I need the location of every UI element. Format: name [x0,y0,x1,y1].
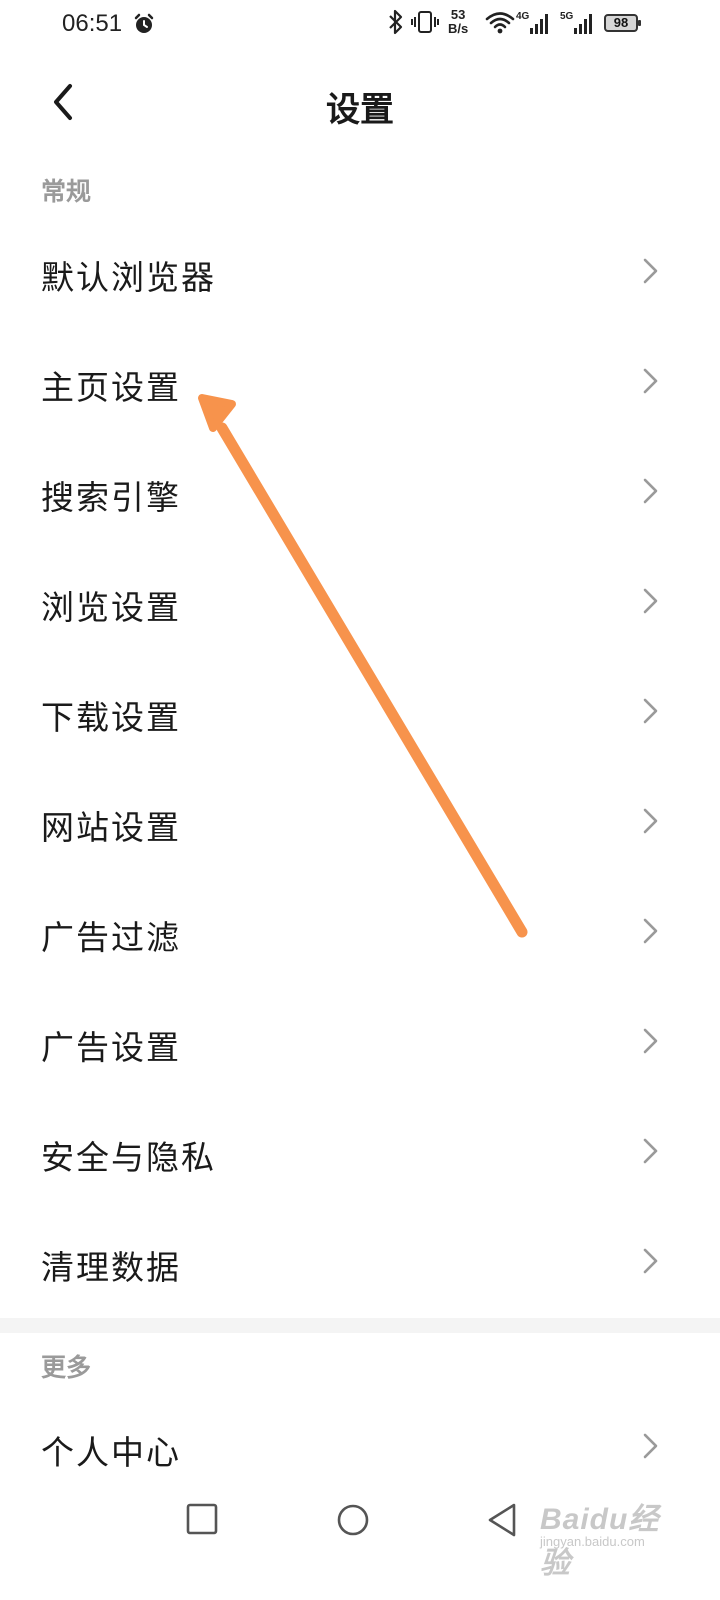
chevron-right-icon [640,586,662,620]
menu-item-label: 广告过滤 [41,918,181,957]
chevron-right-icon [640,916,662,950]
menu-item-label: 搜索引擎 [41,478,181,517]
menu-item[interactable]: 下载设置 [0,660,720,770]
menu-item[interactable]: 网站设置 [0,770,720,880]
chevron-right-icon [643,588,658,614]
watermark-url: jingyan.baidu.com [540,1534,645,1549]
signal-icon: 4G [516,8,554,43]
menu-item-label: 浏览设置 [41,588,181,627]
menu-item[interactable]: 安全与隐私 [0,1100,720,1210]
chevron-right-icon [643,258,658,284]
home-button[interactable] [336,1502,370,1542]
chevron-right-icon [643,1248,658,1274]
page-title: 设置 [326,90,394,130]
chevron-right-icon [640,366,662,400]
network-speed: 53 B/s [448,8,468,36]
watermark: Baidu经验 jingyan.baidu.com [540,1488,680,1580]
chevron-right-icon [643,1433,658,1459]
alarm-icon [132,12,156,41]
menu-item-label: 默认浏览器 [41,258,216,297]
chevron-right-icon [643,368,658,394]
signal-icon-2: 5G [560,8,598,43]
chevron-right-icon [640,696,662,730]
header: 设置 [0,56,720,148]
status-time: 06:51 [62,10,123,37]
section-title-general: 常规 [41,177,92,206]
net-speed-unit: B/s [448,21,469,36]
status-bar: 06:51 53 B/s 4G 5G 98 [0,0,720,48]
battery-icon: 98 [604,14,641,32]
menu-item[interactable]: 广告设置 [0,990,720,1100]
signal-1-label: 4G [516,11,530,22]
recent-apps-button[interactable] [186,1502,218,1540]
chevron-right-icon [640,1246,662,1280]
chevron-right-icon [640,1431,662,1465]
menu-item[interactable]: 清理数据 [0,1210,720,1320]
section-divider [0,1318,720,1333]
chevron-right-icon [640,256,662,290]
chevron-right-icon [640,806,662,840]
chevron-right-icon [643,808,658,834]
triangle-back-icon [488,1503,516,1537]
menu-item[interactable]: 默认浏览器 [0,220,720,330]
menu-item-label: 安全与隐私 [41,1138,216,1177]
menu-item[interactable]: 浏览设置 [0,550,720,660]
circle-icon [337,1504,369,1536]
chevron-right-icon [640,1026,662,1060]
bluetooth-icon [386,8,406,41]
net-speed-value: 53 [450,7,466,22]
wifi-icon [484,8,516,43]
back-nav-button[interactable] [486,1502,518,1542]
chevron-right-icon [640,476,662,510]
menu-item-label: 网站设置 [41,808,181,847]
vibrate-icon [410,8,440,41]
menu-item-label: 广告设置 [41,1028,181,1067]
menu-item-label: 主页设置 [41,368,181,407]
menu-item-label: 清理数据 [41,1248,181,1287]
chevron-right-icon [643,1028,658,1054]
chevron-right-icon [643,1138,658,1164]
menu-item-label: 下载设置 [41,698,181,737]
section-title-more: 更多 [41,1353,92,1382]
menu-item[interactable]: 搜索引擎 [0,440,720,550]
chevron-right-icon [640,1136,662,1170]
chevron-right-icon [643,478,658,504]
menu-item-label: 个人中心 [41,1433,181,1472]
chevron-right-icon [643,918,658,944]
menu-item[interactable]: 主页设置 [0,330,720,440]
square-icon [186,1503,218,1535]
menu-item[interactable]: 广告过滤 [0,880,720,990]
chevron-right-icon [643,698,658,724]
signal-2-label: 5G [560,11,574,22]
